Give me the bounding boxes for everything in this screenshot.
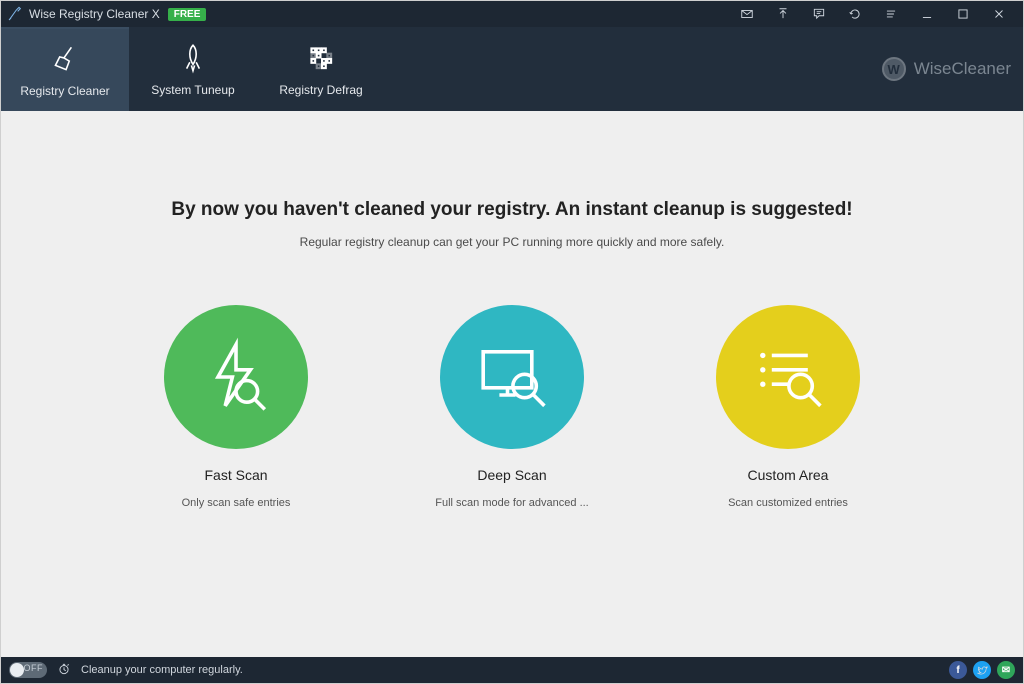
subheadline: Regular registry cleanup can get your PC… [1,235,1023,249]
schedule-toggle[interactable]: OFF [9,662,47,678]
tab-label: System Tuneup [151,83,234,97]
fast-scan-desc: Only scan safe entries [182,497,291,509]
fast-scan-title: Fast Scan [204,467,267,483]
tab-registry-cleaner[interactable]: Registry Cleaner [1,27,129,111]
upgrade-icon[interactable] [765,1,801,27]
close-button[interactable] [981,1,1017,27]
twitter-icon[interactable] [973,661,991,679]
app-window: Wise Registry Cleaner X FREE [0,0,1024,684]
clock-icon[interactable] [57,662,71,679]
app-icon [7,6,23,22]
deep-scan-option[interactable]: Deep Scan Full scan mode for advanced ..… [412,305,612,509]
tab-label: Registry Cleaner [20,84,109,98]
menu-icon[interactable] [873,1,909,27]
defrag-icon [304,41,338,75]
status-message: Cleanup your computer regularly. [81,664,243,676]
minimize-button[interactable] [909,1,945,27]
scan-options: Fast Scan Only scan safe entries Deep Sc… [1,305,1023,509]
facebook-icon[interactable]: f [949,661,967,679]
maximize-button[interactable] [945,1,981,27]
mail-share-icon[interactable]: ✉ [997,661,1015,679]
tab-label: Registry Defrag [279,83,362,97]
broom-icon [48,42,82,76]
window-title: Wise Registry Cleaner X [29,7,160,21]
nav-bar: Registry Cleaner System Tuneup Registry … [1,27,1023,111]
status-bar: OFF Cleanup your computer regularly. f ✉ [1,657,1023,683]
deep-scan-title: Deep Scan [477,467,546,483]
toggle-label: OFF [24,663,44,673]
tab-system-tuneup[interactable]: System Tuneup [129,27,257,111]
brand-logo[interactable]: W WiseCleaner [882,27,1023,111]
tab-registry-defrag[interactable]: Registry Defrag [257,27,385,111]
main-content: By now you haven't cleaned your registry… [1,111,1023,657]
deep-scan-desc: Full scan mode for advanced ... [435,497,588,509]
headline: By now you haven't cleaned your registry… [1,199,1023,221]
fast-scan-option[interactable]: Fast Scan Only scan safe entries [136,305,336,509]
fast-scan-icon [164,305,308,449]
custom-area-icon [716,305,860,449]
brand-logo-icon: W [882,57,906,81]
feedback-icon[interactable] [801,1,837,27]
custom-area-desc: Scan customized entries [728,497,848,509]
free-badge: FREE [168,8,207,21]
refresh-icon[interactable] [837,1,873,27]
custom-area-option[interactable]: Custom Area Scan customized entries [688,305,888,509]
brand-name: WiseCleaner [914,59,1011,79]
deep-scan-icon [440,305,584,449]
social-links: f ✉ [949,661,1015,679]
rocket-icon [176,41,210,75]
mail-icon[interactable] [729,1,765,27]
custom-area-title: Custom Area [748,467,829,483]
title-bar: Wise Registry Cleaner X FREE [1,1,1023,27]
